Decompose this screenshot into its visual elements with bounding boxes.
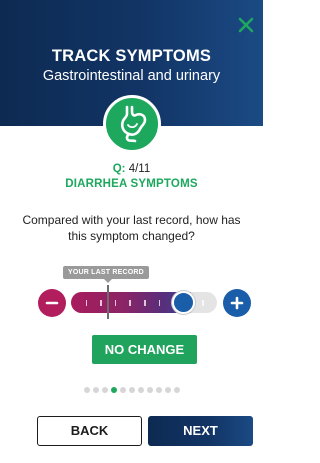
stomach-icon: [120, 105, 147, 143]
pagination-dot[interactable]: [119, 387, 126, 393]
category-badge: [103, 95, 161, 153]
next-button[interactable]: NEXT: [148, 416, 253, 446]
page-title: TRACK SYMPTOMS: [51, 47, 212, 65]
pagination-dot[interactable]: [146, 387, 153, 393]
pagination-dot[interactable]: [128, 387, 135, 393]
last-record-label: YOUR LAST RECORD: [63, 266, 149, 283]
close-button[interactable]: [233, 12, 259, 38]
slider-tick: [129, 300, 131, 306]
question-counter: Q: 4/11: [0, 163, 263, 175]
slider-tick: [100, 300, 102, 306]
back-button[interactable]: BACK: [37, 416, 142, 446]
plus-icon[interactable]: [230, 296, 244, 310]
pagination-dot[interactable]: [92, 387, 99, 393]
page-subtitle: Gastrointestinal and urinary: [42, 68, 221, 84]
pagination-dot[interactable]: [164, 387, 171, 393]
slider-tick: [202, 300, 204, 306]
close-icon[interactable]: [238, 17, 254, 33]
pagination-dot-active[interactable]: [110, 387, 117, 393]
question-text: Compared with your last record, how has …: [22, 213, 241, 243]
question-count: 4/11: [128, 163, 151, 175]
slider-tick: [144, 300, 146, 306]
slider-thumb[interactable]: [171, 291, 195, 314]
pagination-dot[interactable]: [173, 387, 180, 393]
symptom-name: DIARRHEA SYMPTOMS: [65, 178, 198, 190]
last-record-marker: [106, 285, 109, 319]
decrease-button[interactable]: [38, 289, 66, 317]
pagination-dot[interactable]: [101, 387, 108, 393]
minus-icon[interactable]: [45, 296, 59, 310]
result-badge: NO CHANGE: [92, 335, 197, 364]
pagination-dot[interactable]: [137, 387, 144, 393]
pagination-dot[interactable]: [155, 387, 162, 393]
pagination-dot[interactable]: [83, 387, 90, 393]
pagination-dots: [0, 387, 263, 393]
slider-tick: [158, 300, 161, 306]
slider-tick: [114, 300, 117, 306]
question-prefix: Q:: [112, 163, 126, 175]
change-slider[interactable]: [71, 292, 217, 313]
increase-button[interactable]: [223, 289, 251, 317]
slider-tick: [85, 300, 88, 306]
